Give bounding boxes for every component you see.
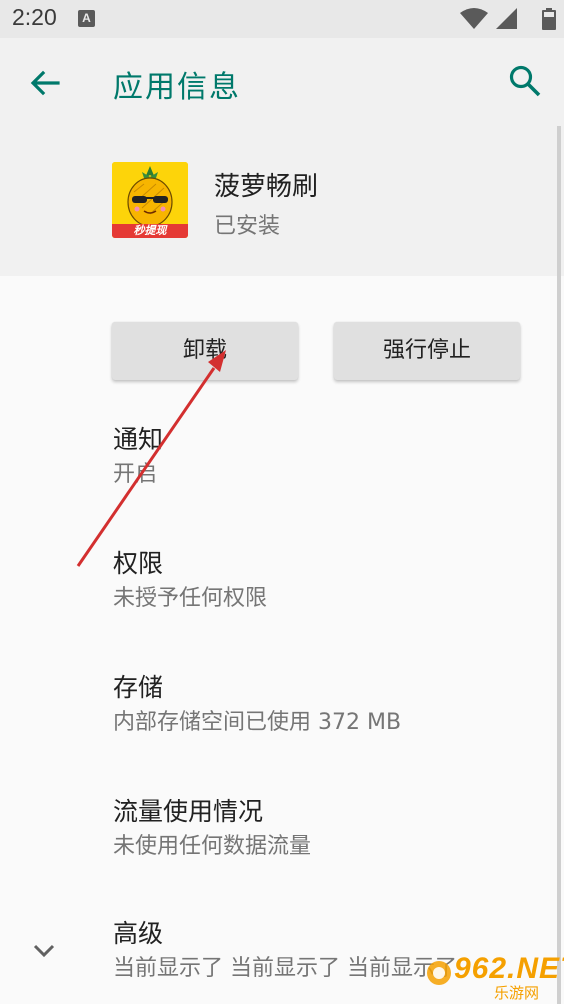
search-icon[interactable] bbox=[508, 64, 542, 98]
page-title: 应用信息 bbox=[113, 70, 241, 105]
setting-summary: 内部存储空间已使用 372 MB bbox=[113, 710, 402, 735]
status-time: 2:20 bbox=[12, 4, 57, 30]
watermark-logo: 962.NET 乐游网 bbox=[424, 952, 564, 1004]
signal-icon bbox=[496, 8, 517, 29]
chevron-down-icon[interactable] bbox=[28, 934, 60, 966]
setting-title: 权限 bbox=[113, 549, 164, 578]
force-stop-button[interactable]: 强行停止 bbox=[334, 322, 520, 380]
watermark-text: 962.NET bbox=[454, 952, 564, 985]
setting-summary: 未使用任何数据流量 bbox=[113, 834, 312, 859]
app-icon-badge: 秒提现 bbox=[133, 224, 167, 237]
setting-permissions[interactable]: 权限 未授予任何权限 bbox=[113, 548, 553, 614]
setting-title: 高级 bbox=[113, 919, 164, 948]
uninstall-button[interactable]: 卸载 bbox=[112, 322, 298, 380]
app-header: 应用信息 秒提现 菠萝畅刷 已安装 bbox=[0, 38, 564, 276]
setting-summary: 开启 bbox=[113, 462, 158, 487]
app-icon: 秒提现 bbox=[112, 162, 188, 238]
app-name: 菠萝畅刷 bbox=[214, 172, 319, 202]
wifi-icon bbox=[460, 8, 488, 29]
setting-title: 通知 bbox=[113, 425, 164, 454]
setting-summary: 未授予任何权限 bbox=[113, 586, 268, 611]
battery-icon bbox=[542, 8, 556, 30]
watermark-sub: 乐游网 bbox=[494, 984, 540, 1002]
status-bar: 2:20 A bbox=[0, 0, 564, 38]
app-install-status: 已安装 bbox=[214, 214, 281, 239]
arrow-left-icon[interactable] bbox=[28, 66, 62, 100]
watermark-icon bbox=[427, 961, 451, 985]
setting-data-usage[interactable]: 流量使用情况 未使用任何数据流量 bbox=[113, 796, 553, 862]
setting-title: 流量使用情况 bbox=[113, 797, 264, 826]
setting-title: 存储 bbox=[113, 673, 164, 702]
setting-notifications[interactable]: 通知 开启 bbox=[113, 424, 553, 490]
setting-storage[interactable]: 存储 内部存储空间已使用 372 MB bbox=[113, 672, 553, 738]
a-icon: A bbox=[78, 10, 95, 27]
scrollbar[interactable] bbox=[557, 126, 561, 1004]
